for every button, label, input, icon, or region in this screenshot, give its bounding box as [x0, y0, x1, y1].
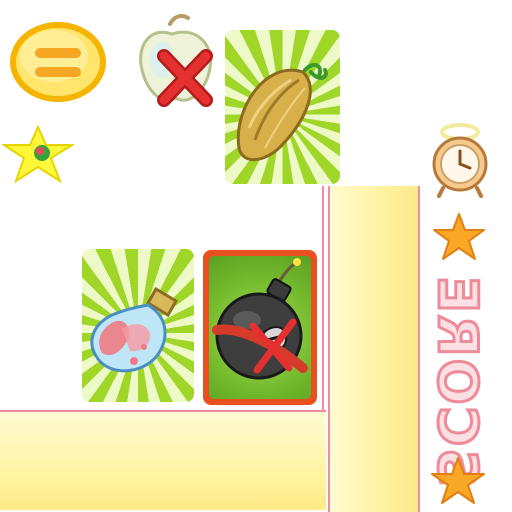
- seed-icon: [236, 62, 328, 162]
- pause-menu-icon: [10, 22, 106, 102]
- star-sticker: [0, 124, 76, 184]
- apple-crossed-icon: [139, 14, 213, 107]
- item-card-bomb[interactable]: [203, 250, 317, 405]
- bomb-icon: [212, 258, 308, 380]
- alarm-clock-icon: [432, 123, 488, 198]
- score-star-top: [432, 212, 486, 262]
- pause-menu-button[interactable]: [8, 14, 108, 104]
- score-panel: [328, 186, 420, 512]
- tray-panel: [0, 410, 326, 510]
- potion-icon: [90, 286, 179, 373]
- star-icon: [433, 213, 485, 260]
- apple-disabled[interactable]: [130, 12, 220, 112]
- panel-divider: [322, 186, 324, 412]
- item-card-seed[interactable]: [225, 30, 340, 184]
- item-card-potion[interactable]: [82, 249, 194, 402]
- star-sticker-icon: [0, 124, 76, 184]
- score-star-bottom: [430, 456, 486, 506]
- bomb-card-inner: [209, 256, 311, 399]
- star-icon: [431, 457, 485, 504]
- timer-clock: [425, 118, 495, 198]
